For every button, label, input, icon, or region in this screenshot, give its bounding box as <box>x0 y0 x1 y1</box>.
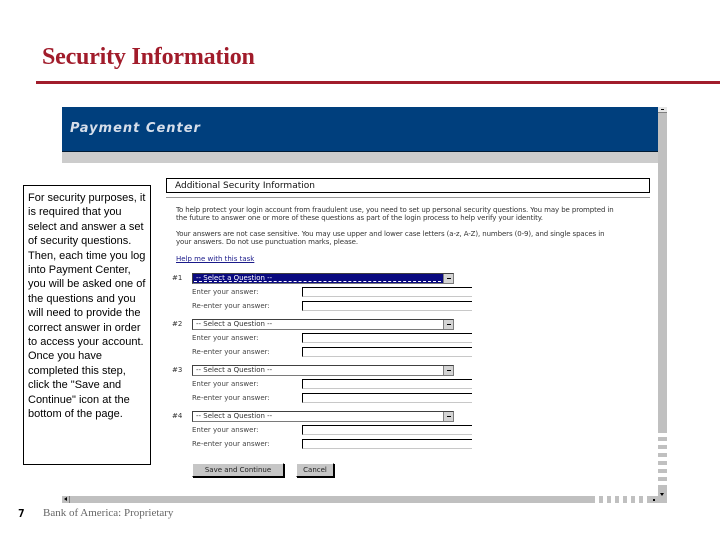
vertical-scrollbar[interactable] <box>658 107 667 503</box>
save-and-continue-button[interactable]: Save and Continue <box>192 463 284 477</box>
answer-label: Enter your answer: <box>192 380 259 388</box>
banner-subbar <box>62 152 658 163</box>
scroll-corner <box>651 496 658 503</box>
answer-label: Enter your answer: <box>192 288 259 296</box>
question-number: #4 <box>172 412 183 420</box>
chevron-down-icon[interactable] <box>443 319 453 329</box>
question-3-answer-input[interactable] <box>302 379 472 389</box>
page-number: 7 <box>18 507 25 520</box>
scroll-up-button[interactable] <box>658 107 667 113</box>
instruction-callout: For security purposes, it is required th… <box>23 185 151 465</box>
question-4-reenter-input[interactable] <box>302 439 472 449</box>
footer-text: Bank of America: Proprietary <box>43 507 174 519</box>
question-number: #3 <box>172 366 183 374</box>
reenter-label: Re-enter your answer: <box>192 302 270 310</box>
section-heading: Additional Security Information <box>166 178 650 193</box>
answer-label: Enter your answer: <box>192 426 259 434</box>
title-divider <box>36 81 720 84</box>
scroll-left-button[interactable] <box>62 496 70 503</box>
scroll-down-button[interactable] <box>658 489 667 503</box>
app-screenshot: Payment Center Additional Security Infor… <box>62 107 667 503</box>
question-block-1: #1 -- Select a Question -- Enter your an… <box>172 272 652 312</box>
question-4-selected: -- Select a Question -- <box>196 411 273 420</box>
question-3-select[interactable]: -- Select a Question -- <box>192 364 454 376</box>
chevron-down-icon[interactable] <box>443 365 453 375</box>
question-block-2: #2 -- Select a Question -- Enter your an… <box>172 318 652 358</box>
question-3-selected: -- Select a Question -- <box>196 365 273 374</box>
reenter-label: Re-enter your answer: <box>192 394 270 402</box>
question-number: #1 <box>172 274 183 282</box>
chevron-down-icon[interactable] <box>443 273 453 283</box>
app-banner-title: Payment Center <box>70 121 201 136</box>
question-block-3: #3 -- Select a Question -- Enter your an… <box>172 364 652 404</box>
intro-paragraph: To help protect your login account from … <box>176 206 614 222</box>
question-2-reenter-input[interactable] <box>302 347 472 357</box>
help-link[interactable]: Help me with this task <box>176 255 254 263</box>
section-divider <box>166 197 650 198</box>
reenter-label: Re-enter your answer: <box>192 348 270 356</box>
question-3-reenter-input[interactable] <box>302 393 472 403</box>
question-2-select[interactable]: -- Select a Question -- <box>192 318 454 330</box>
scroll-track[interactable] <box>658 431 667 489</box>
chevron-down-icon[interactable] <box>443 411 453 421</box>
answer-label: Enter your answer: <box>192 334 259 342</box>
question-4-select[interactable]: -- Select a Question -- <box>192 410 454 422</box>
question-number: #2 <box>172 320 183 328</box>
horizontal-scrollbar[interactable] <box>62 496 658 503</box>
form-actions: Save and Continue Cancel <box>192 463 652 477</box>
rules-paragraph: Your answers are not case sensitive. You… <box>176 230 605 246</box>
scroll-track[interactable] <box>591 496 651 503</box>
question-1-answer-input[interactable] <box>302 287 472 297</box>
app-banner: Payment Center <box>62 107 658 152</box>
slide-title: Security Information <box>42 44 255 70</box>
question-2-answer-input[interactable] <box>302 333 472 343</box>
reenter-label: Re-enter your answer: <box>192 440 270 448</box>
question-block-4: #4 -- Select a Question -- Enter your an… <box>172 410 652 450</box>
security-form: Additional Security Information To help … <box>166 178 652 477</box>
question-2-selected: -- Select a Question -- <box>196 319 273 328</box>
question-1-selected: -- Select a Question -- <box>196 273 273 282</box>
cancel-button[interactable]: Cancel <box>296 463 334 477</box>
question-1-reenter-input[interactable] <box>302 301 472 311</box>
question-1-select[interactable]: -- Select a Question -- <box>192 272 454 284</box>
question-4-answer-input[interactable] <box>302 425 472 435</box>
